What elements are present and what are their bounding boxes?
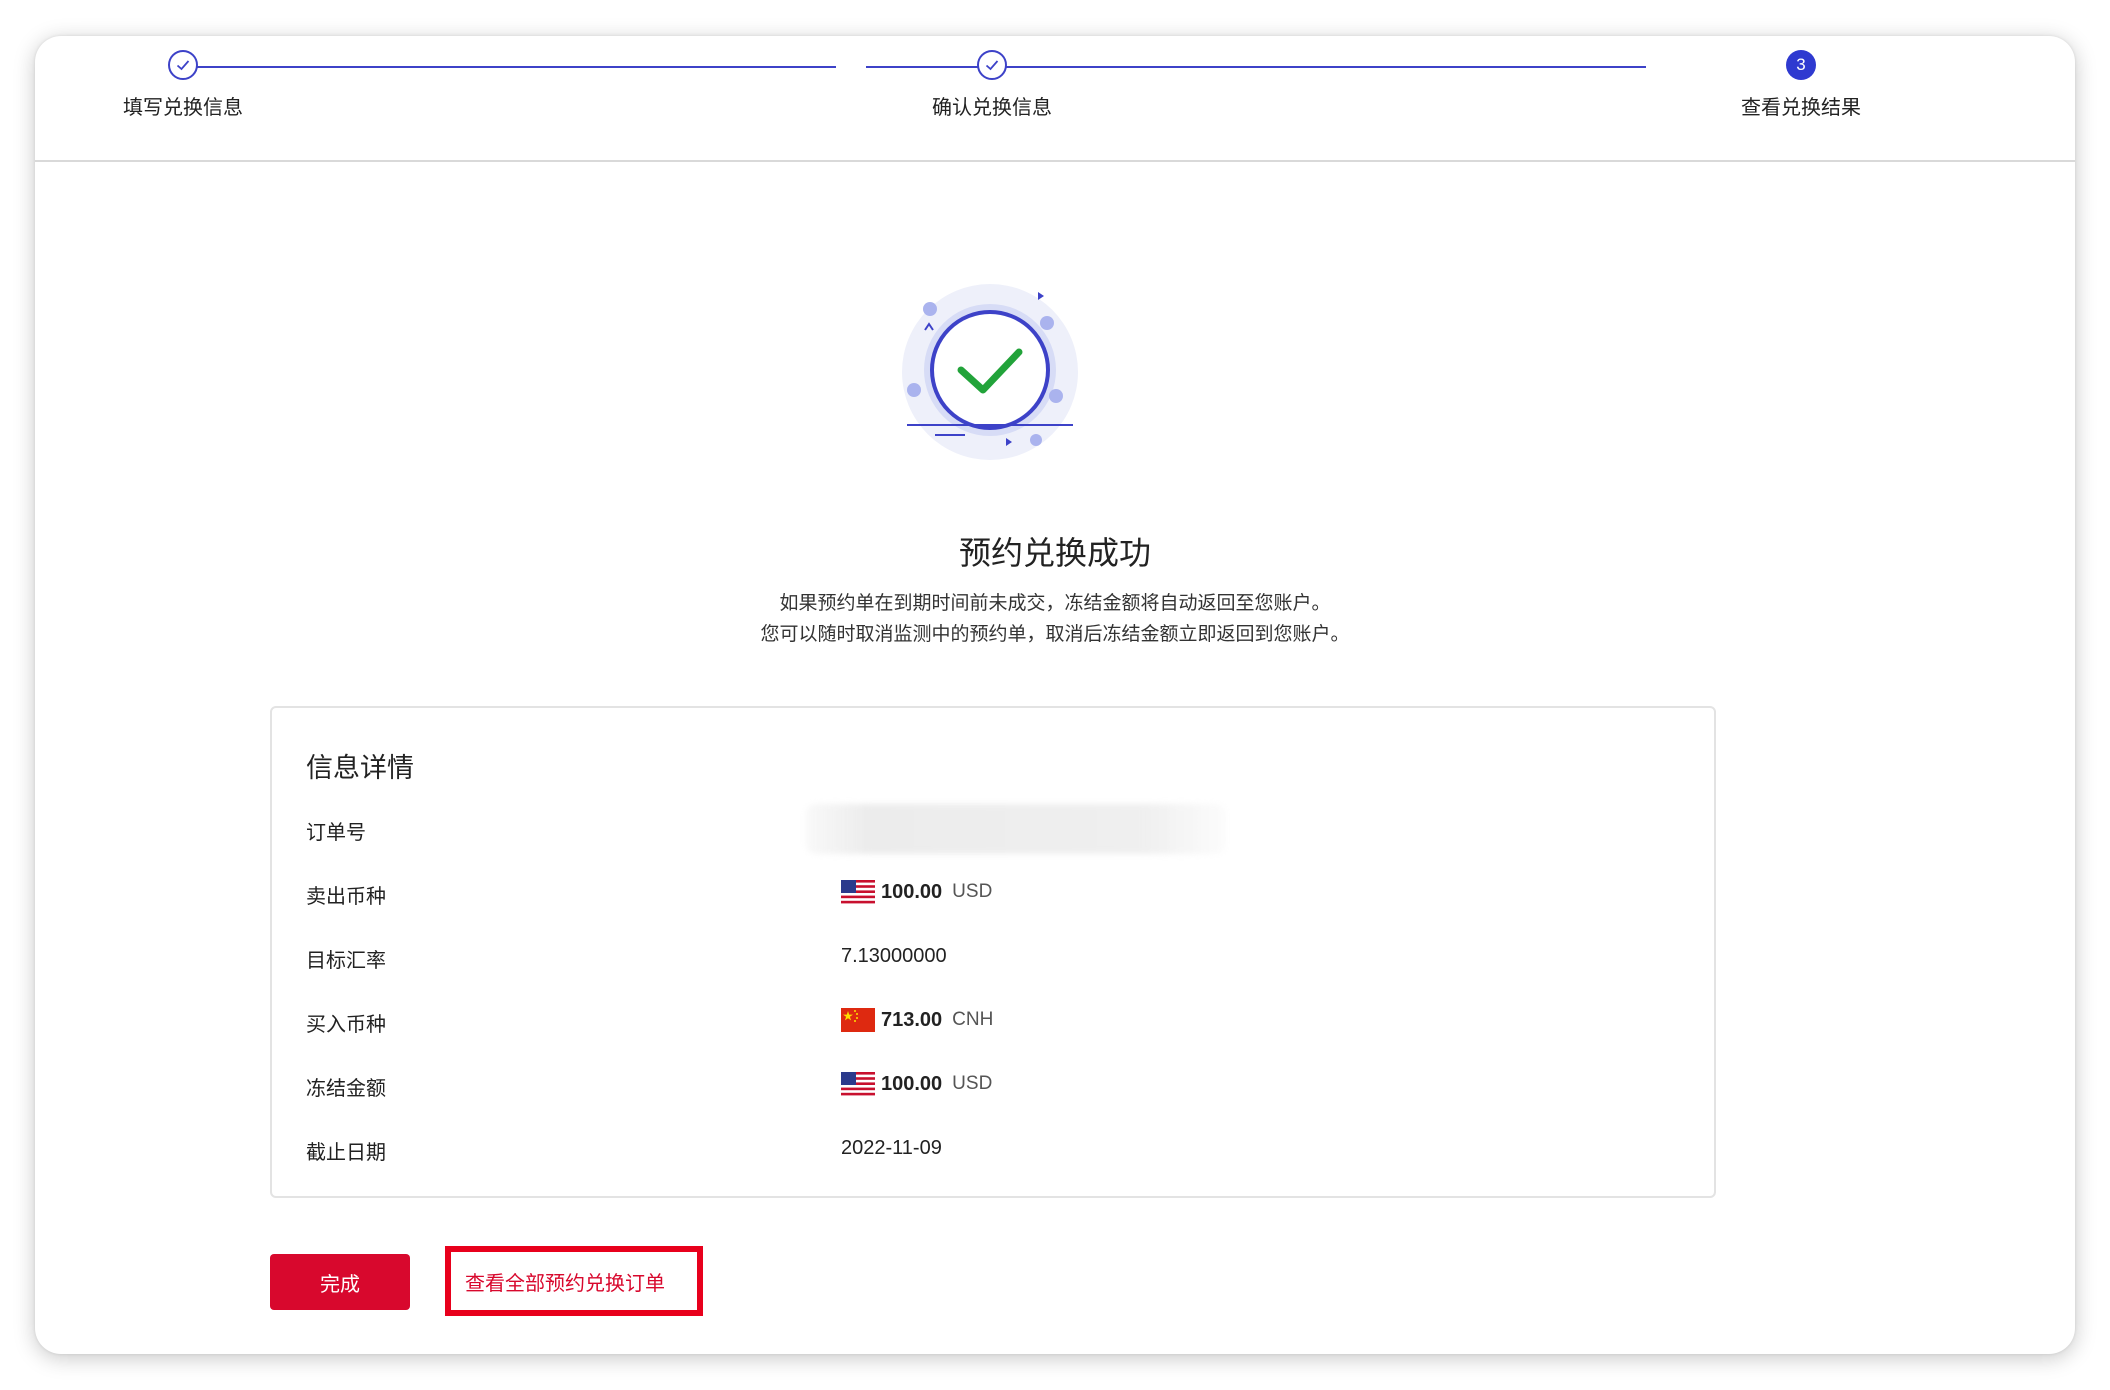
step-number: 3 xyxy=(1786,50,1816,80)
sell-amount: 100.00 xyxy=(881,880,943,903)
buy-currency-value: 713.00 CNH xyxy=(841,1000,993,1040)
deadline-value: 2022-11-09 xyxy=(841,1136,942,1159)
check-icon xyxy=(168,50,198,80)
order-number-redacted xyxy=(806,804,1226,854)
us-flag-icon xyxy=(841,1072,875,1096)
success-check-illustration-icon xyxy=(895,280,1085,470)
step-confirm-info: 确认兑换信息 xyxy=(842,50,1142,120)
sell-currency-label: 卖出币种 xyxy=(306,886,386,908)
target-rate-row: 目标汇率 7.13000000 xyxy=(306,936,1686,976)
cn-flag-icon xyxy=(841,1008,875,1032)
buy-amount: 713.00 xyxy=(881,1008,943,1031)
exchange-result-card: 填写兑换信息 确认兑换信息 3 查看兑换结果 预约兑换成功 如果预约单在到期时间… xyxy=(35,36,2075,1354)
us-flag-icon xyxy=(841,880,875,904)
sell-currency-code: USD xyxy=(952,881,993,902)
deadline-row: 截止日期 2022-11-09 xyxy=(306,1128,1686,1168)
info-details-panel: 信息详情 订单号 卖出币种 100.00 USD 目标汇率 7.13000000… xyxy=(270,706,1716,1198)
frozen-amount-row: 冻结金额 100.00 USD xyxy=(306,1064,1686,1104)
check-icon xyxy=(977,50,1007,80)
step-label: 确认兑换信息 xyxy=(932,97,1052,119)
info-title: 信息详情 xyxy=(306,753,414,783)
frozen-amount-value: 100.00 USD xyxy=(841,1064,992,1104)
buy-currency-row: 买入币种 713.00 CNH xyxy=(306,1000,1686,1040)
success-title: 预约兑换成功 xyxy=(958,535,1151,571)
description-line: 如果预约单在到期时间前未成交，冻结金额将自动返回至您账户。 xyxy=(779,593,1331,614)
target-rate-value: 7.13000000 xyxy=(841,944,947,967)
target-rate-value-wrap: 7.13000000 xyxy=(841,936,947,976)
deadline-value-wrap: 2022-11-09 xyxy=(841,1128,942,1168)
view-all-orders-link[interactable]: 查看全部预约兑换订单 xyxy=(445,1246,703,1316)
frozen-amount: 100.00 xyxy=(881,1072,943,1095)
step-label: 填写兑换信息 xyxy=(123,97,243,119)
done-button[interactable]: 完成 xyxy=(270,1254,410,1310)
order-number-row: 订单号 xyxy=(306,804,1686,854)
sell-currency-row: 卖出币种 100.00 USD xyxy=(306,872,1686,912)
step-view-result: 3 查看兑换结果 xyxy=(1651,50,1951,120)
order-number-label: 订单号 xyxy=(306,822,366,844)
success-description: 如果预约单在到期时间前未成交，冻结金额将自动返回至您账户。 您可以随时取消监测中… xyxy=(35,588,2075,650)
progress-stepper: 填写兑换信息 确认兑换信息 3 查看兑换结果 xyxy=(35,36,2075,162)
buy-currency-label: 买入币种 xyxy=(306,1014,386,1036)
frozen-amount-label: 冻结金额 xyxy=(306,1078,386,1100)
sell-currency-value: 100.00 USD xyxy=(841,872,992,912)
target-rate-label: 目标汇率 xyxy=(306,950,386,972)
buy-currency-code: CNH xyxy=(952,1009,994,1030)
deadline-label: 截止日期 xyxy=(306,1142,386,1164)
description-line: 您可以随时取消监测中的预约单，取消后冻结金额立即返回到您账户。 xyxy=(760,624,1350,645)
step-fill-info: 填写兑换信息 xyxy=(35,50,333,120)
step-label: 查看兑换结果 xyxy=(1741,97,1861,119)
view-all-orders-label: 查看全部预约兑换订单 xyxy=(465,1272,665,1295)
frozen-currency-code: USD xyxy=(952,1073,993,1094)
